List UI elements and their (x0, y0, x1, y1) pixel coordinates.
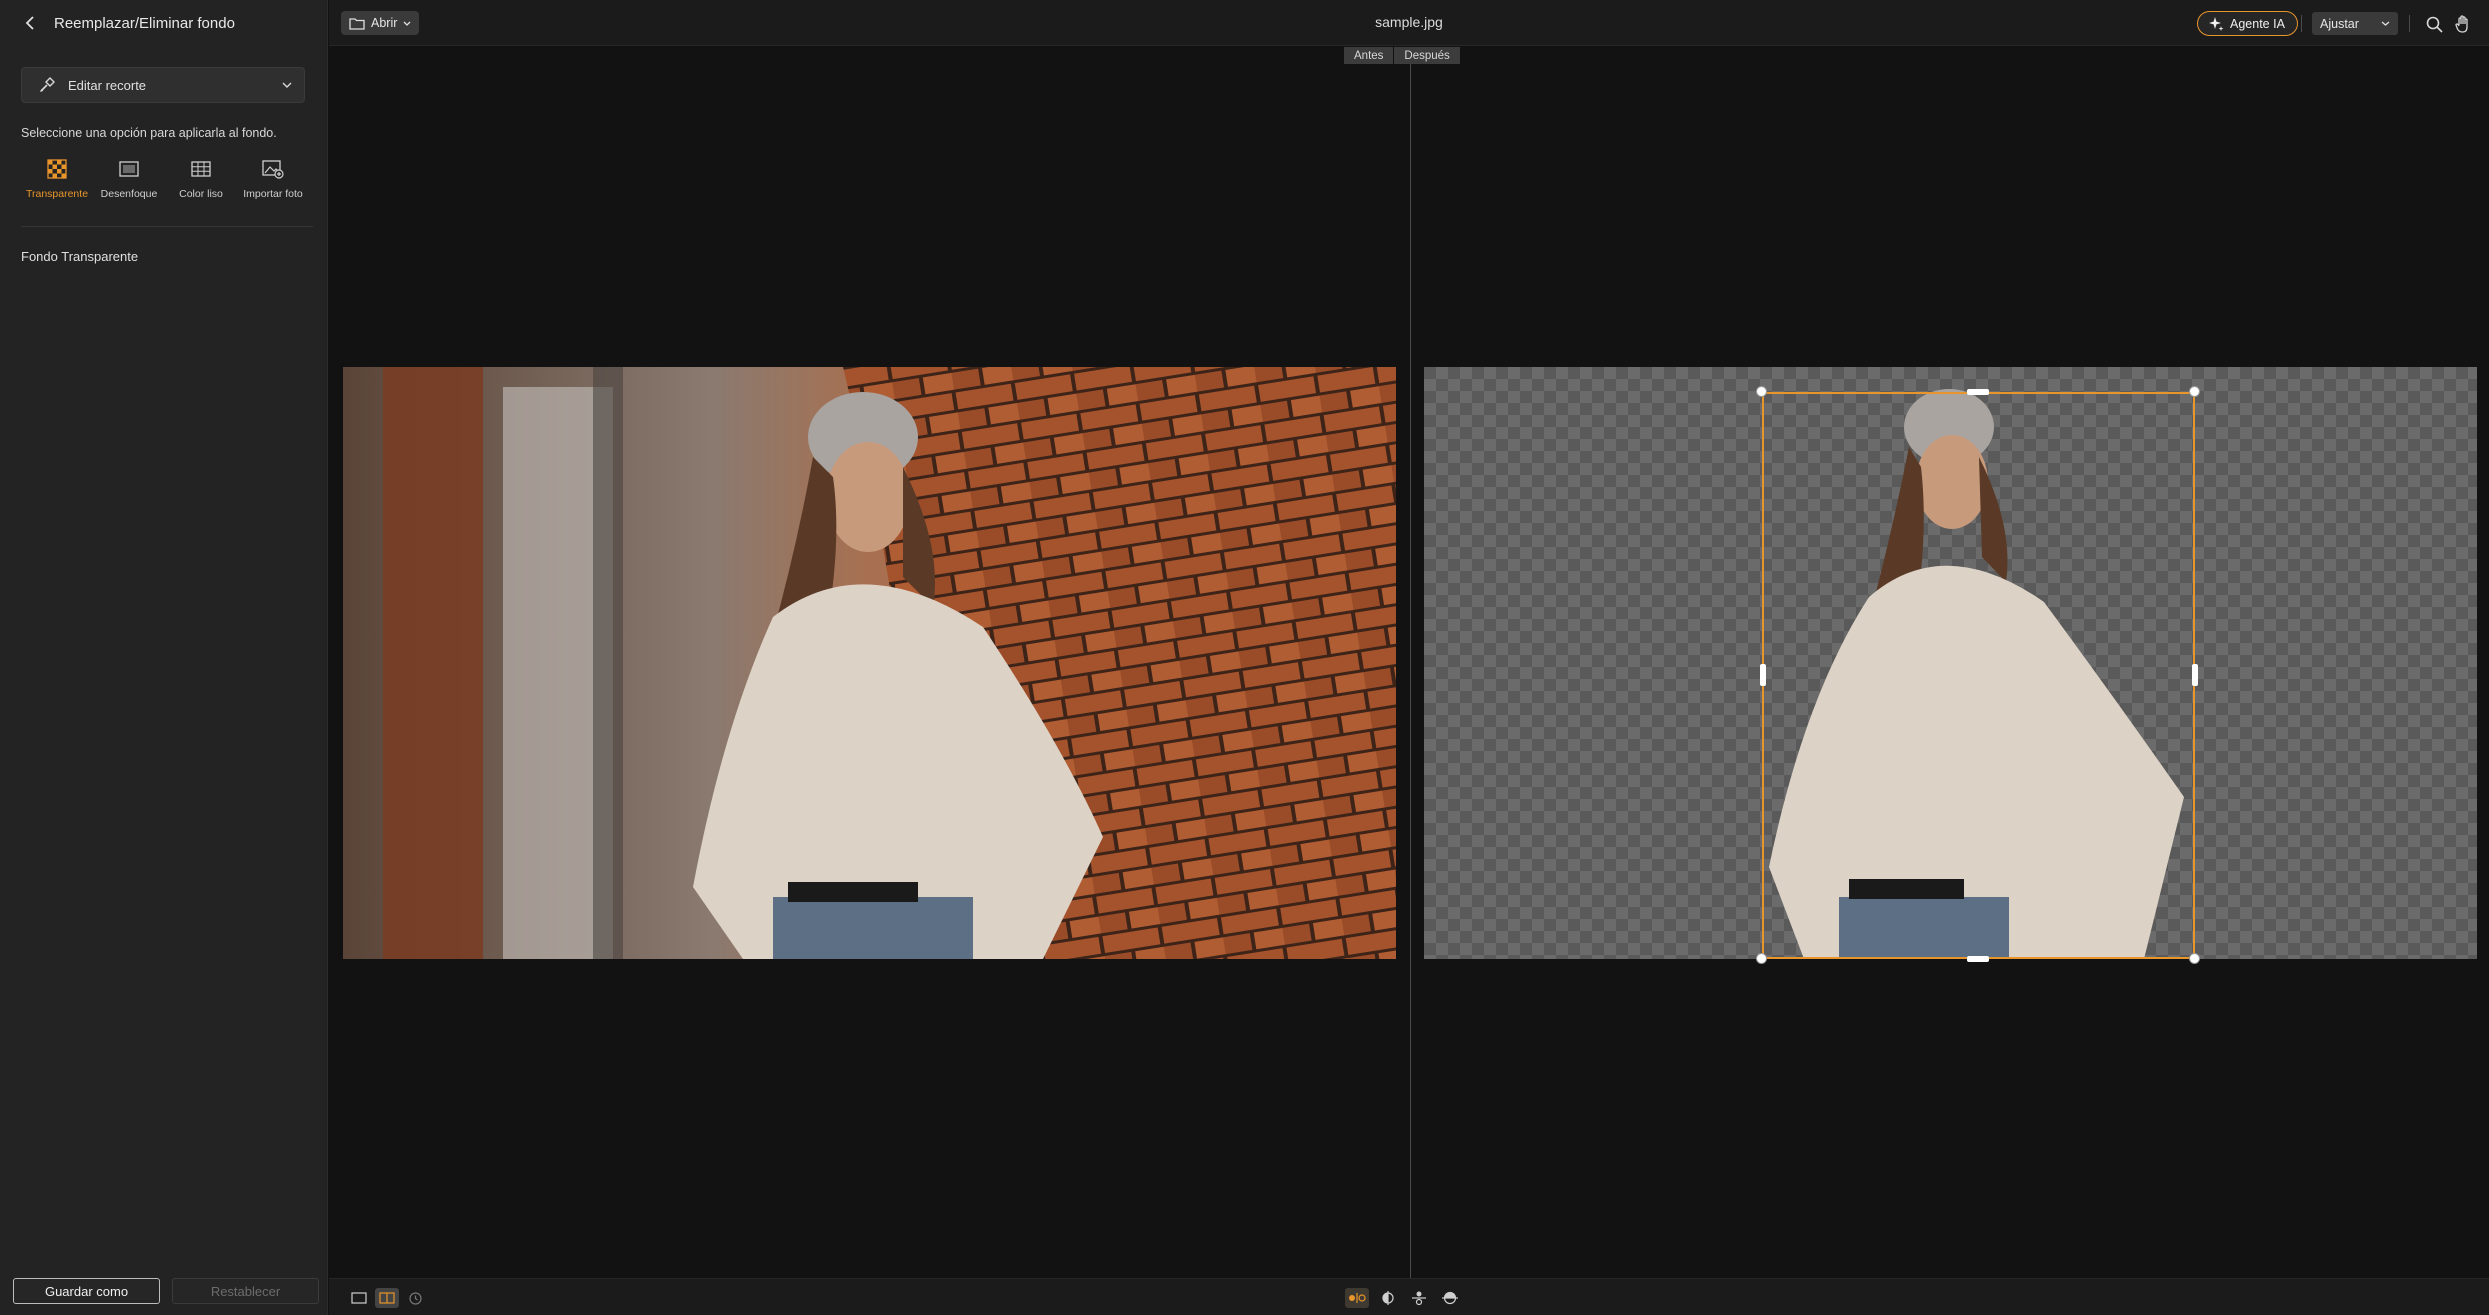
compare-side-by-side-button[interactable] (1345, 1288, 1369, 1308)
zoom-label: Ajustar (2320, 16, 2359, 31)
instruction-text: Seleccione una opción para aplicarla al … (21, 126, 277, 140)
bottom-bar (329, 1278, 2489, 1315)
split-view-icon (379, 1292, 395, 1304)
search-button[interactable] (2423, 13, 2445, 35)
compare-vertical-icon (1412, 1291, 1426, 1306)
compare-vertical-button[interactable] (1407, 1288, 1431, 1308)
crop-handle-top-left[interactable] (1756, 386, 1767, 397)
grid-icon (189, 158, 213, 180)
single-view-button[interactable] (347, 1288, 371, 1308)
compare-horizontal-icon (1442, 1291, 1458, 1305)
file-name: sample.jpg (1375, 14, 1443, 30)
section-label: Fondo Transparente (21, 249, 139, 264)
crop-box[interactable] (1762, 392, 2195, 959)
zoom-select[interactable]: Ajustar (2312, 12, 2398, 35)
crop-handle-top[interactable] (1967, 389, 1989, 395)
crop-handle-bottom-right[interactable] (2189, 953, 2200, 964)
option-import-photo[interactable]: Importar foto (237, 158, 309, 200)
option-transparent[interactable]: Transparente (21, 158, 93, 200)
save-as-button[interactable]: Guardar como (13, 1278, 160, 1304)
crop-handle-right[interactable] (2192, 664, 2198, 686)
before-after-labels: Antes Después (1344, 47, 1460, 64)
option-label: Color liso (179, 188, 223, 200)
single-view-icon (351, 1292, 367, 1304)
separator (2409, 15, 2410, 32)
hand-icon (2455, 15, 2468, 33)
split-divider[interactable] (1410, 64, 1411, 1278)
open-button[interactable]: Abrir (341, 11, 420, 35)
chevron-down-icon (403, 21, 411, 26)
history-icon (408, 1291, 422, 1305)
after-label: Después (1393, 47, 1460, 64)
before-image (343, 367, 1396, 959)
compare-split-icon (1382, 1291, 1394, 1305)
option-label: Importar foto (243, 188, 303, 200)
pan-button[interactable] (2452, 13, 2474, 35)
ai-agent-button[interactable]: Agente IA (2197, 11, 2298, 36)
crop-handle-left[interactable] (1760, 664, 1766, 686)
crop-handle-bottom[interactable] (1967, 956, 1989, 962)
chevron-left-icon (25, 16, 34, 30)
compare-side-icon (1349, 1293, 1366, 1303)
folder-icon (349, 17, 365, 30)
panel-title: Reemplazar/Eliminar fondo (54, 14, 235, 32)
ai-agent-label: Agente IA (2230, 16, 2285, 31)
reset-button[interactable]: Restablecer (172, 1278, 319, 1304)
option-solid-color[interactable]: Color liso (165, 158, 237, 200)
open-label: Abrir (371, 16, 398, 30)
crop-handle-bottom-left[interactable] (1756, 953, 1767, 964)
app-window: Reemplazar/Eliminar fondo Editar recorte… (0, 0, 2489, 1315)
before-label: Antes (1344, 47, 1394, 64)
top-bar: Abrir sample.jpg Agente IA Ajustar (329, 0, 2489, 46)
search-icon (2426, 16, 2443, 33)
option-label: Desenfoque (100, 188, 158, 200)
sidebar: Reemplazar/Eliminar fondo Editar recorte… (0, 0, 328, 1315)
divider (21, 226, 313, 227)
edit-cutout-label: Editar recorte (68, 77, 147, 93)
sparkle-icon (2209, 16, 2224, 31)
blur-icon (117, 158, 141, 180)
sidebar-header: Reemplazar/Eliminar fondo (0, 0, 328, 46)
compare-horizontal-split-button[interactable] (1438, 1288, 1462, 1308)
back-button[interactable] (18, 10, 44, 36)
split-view-button[interactable] (375, 1288, 399, 1308)
brush-icon (40, 77, 55, 92)
sidebar-footer: Guardar como Restablecer (0, 1278, 328, 1315)
compare-split-button[interactable] (1376, 1288, 1400, 1308)
edit-cutout-dropdown[interactable]: Editar recorte (21, 67, 305, 103)
checker-icon (45, 158, 69, 180)
option-blur[interactable]: Desenfoque (93, 158, 165, 200)
option-label: Transparente (25, 188, 89, 200)
crop-handle-top-right[interactable] (2189, 386, 2200, 397)
background-options: Transparente Desenfoque Color liso Impor… (21, 158, 309, 200)
chevron-down-icon (282, 82, 292, 88)
image-import-icon (261, 158, 285, 180)
chevron-down-icon (2381, 21, 2390, 26)
separator (2301, 15, 2302, 32)
history-button[interactable] (403, 1288, 427, 1308)
